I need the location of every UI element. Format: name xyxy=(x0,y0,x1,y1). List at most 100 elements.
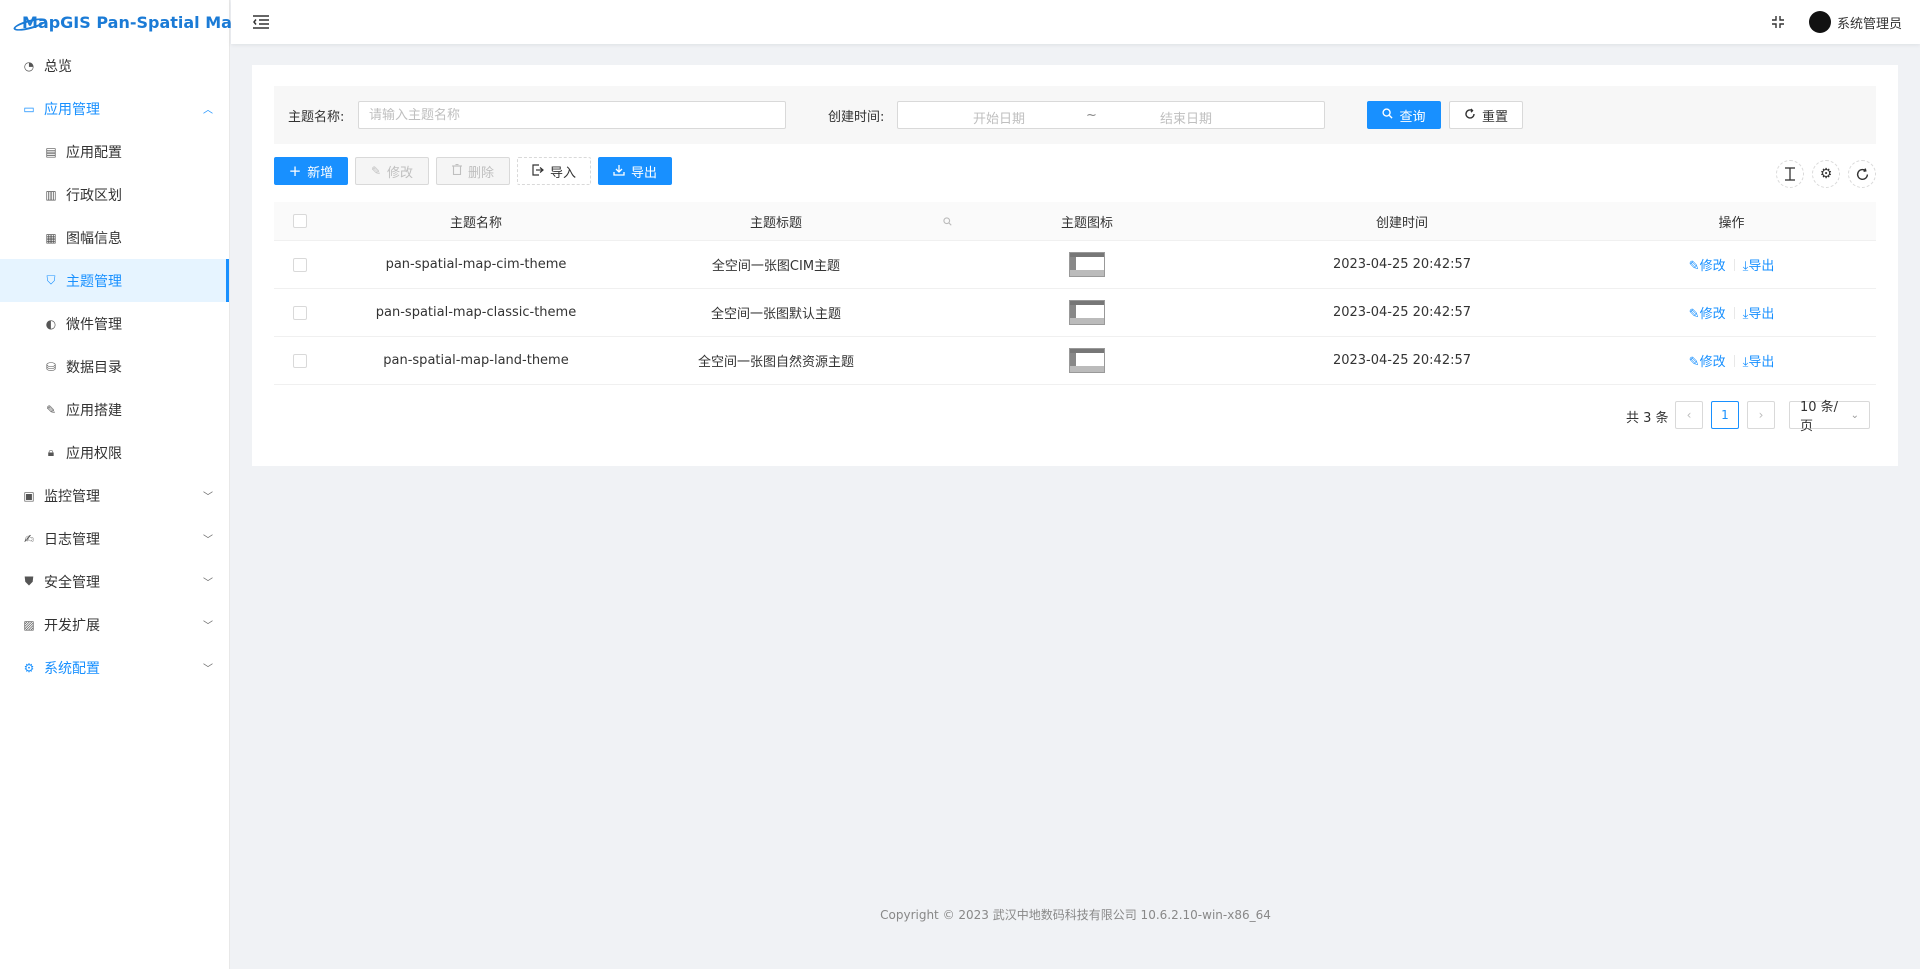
start-date-field[interactable]: 开始日期 xyxy=(973,108,1025,127)
theme-title-cell: 全空间一张图默认主题 xyxy=(710,307,841,322)
row-edit-link[interactable]: ✎修改 xyxy=(1689,303,1726,322)
sidebar-item-13[interactable]: ▨ 开发扩展 ﹀ xyxy=(0,603,229,646)
theme-thumbnail-image[interactable] xyxy=(1069,348,1105,373)
sidebar-item-4[interactable]: ▦ 图幅信息 xyxy=(0,216,229,259)
row-checkbox[interactable] xyxy=(293,257,307,272)
sidebar-item-label: 总览 xyxy=(44,58,72,75)
sidebar-item-7[interactable]: ⛁ 数据目录 xyxy=(0,345,229,388)
menu-collapse-icon[interactable] xyxy=(251,12,271,32)
export-label: 导出 xyxy=(630,165,657,181)
row-export-label: 导出 xyxy=(1748,259,1775,274)
divider xyxy=(1733,354,1735,367)
app-logo[interactable]: MapGIS Pan-Spatial Map xyxy=(0,0,243,44)
shield-icon: ⛊ xyxy=(24,574,34,588)
sidebar-item-label: 图幅信息 xyxy=(66,230,122,247)
page-1-button[interactable]: 1 xyxy=(1711,401,1739,429)
refresh-icon[interactable] xyxy=(1848,160,1876,188)
sidebar-item-0[interactable]: ◔ 总览 xyxy=(0,44,229,87)
lock-icon: 🔒︎ xyxy=(47,445,55,459)
edit-button[interactable]: ✎ 修改 xyxy=(355,157,429,185)
desktop-icon: ▭ xyxy=(23,101,35,116)
sidebar-item-8[interactable]: ✎ 应用搭建 xyxy=(0,388,229,431)
sidebar-item-5[interactable]: ⛉ 主题管理 xyxy=(0,259,229,302)
fullscreen-icon[interactable] xyxy=(1769,13,1787,31)
sidebar-item-14[interactable]: ⚙ 系统配置 ﹀ xyxy=(0,646,229,689)
import-label: 导入 xyxy=(549,165,576,181)
select-all-cell xyxy=(274,202,326,240)
sidebar-item-6[interactable]: ◐ 微件管理 xyxy=(0,302,229,345)
sidebar-item-label: 行政区划 xyxy=(66,187,122,204)
select-all-checkbox[interactable] xyxy=(293,214,307,228)
monitor-icon: ▣ xyxy=(23,488,35,503)
import-button[interactable]: 导入 xyxy=(517,157,591,185)
row-select-cell xyxy=(274,241,326,288)
create-time-label: 创建时间: xyxy=(828,110,885,125)
row-edit-label: 修改 xyxy=(1699,307,1726,322)
date-range-picker[interactable]: 开始日期 ~ 结束日期 xyxy=(897,101,1325,129)
add-button[interactable]: + 新增 xyxy=(274,157,348,185)
actions-cell: ✎修改 ⤓导出 xyxy=(1587,241,1876,288)
app-config-icon: ▤ xyxy=(45,144,57,159)
sidebar-item-2[interactable]: ▤ 应用配置 xyxy=(0,130,229,173)
shirt-icon: ⛉ xyxy=(46,273,56,287)
row-select-cell xyxy=(274,337,326,384)
row-checkbox[interactable] xyxy=(293,353,307,368)
date-separator: ~ xyxy=(1086,108,1097,123)
row-edit-link[interactable]: ✎修改 xyxy=(1689,255,1726,274)
chevron-down-icon: ⌄ xyxy=(1850,409,1859,421)
end-date-field[interactable]: 结束日期 xyxy=(1160,108,1212,127)
sidebar-item-3[interactable]: ▥ 行政区划 xyxy=(0,173,229,216)
page-size-select[interactable]: 10 条/页 ⌄ xyxy=(1789,400,1870,434)
settings-gear-icon[interactable]: ⚙ xyxy=(1812,160,1840,188)
sidebar-menu: ◔ 总览 ▭ 应用管理 ︿ ▤ 应用配置 ▥ 行政区划 ▦ 图幅信息 ⛉ 主题管理 ◐ 微件管理 ⛁ 数据目录 ✎… xyxy=(0,44,229,689)
sidebar-item-11[interactable]: ✍ 日志管理 ﹀ xyxy=(0,517,229,560)
sidebar-item-10[interactable]: ▣ 监控管理 ﹀ xyxy=(0,474,229,517)
reset-button[interactable]: 重置 xyxy=(1449,101,1523,129)
query-button[interactable]: 查询 xyxy=(1367,101,1441,129)
column-search-icon[interactable] xyxy=(937,202,957,240)
table-row: pan-spatial-map-classic-theme 全空间一张图默认主题 2… xyxy=(274,289,1876,337)
theme-title-cell: 全空间一张图CIM主题 xyxy=(711,259,841,274)
row-edit-label: 修改 xyxy=(1699,259,1726,274)
username[interactable]: 系统管理员 xyxy=(1837,13,1902,32)
add-label: 新增 xyxy=(307,165,334,181)
table-row: pan-spatial-map-cim-theme 全空间一张图CIM主题 2023… xyxy=(274,241,1876,289)
column-header-title[interactable]: 主题标题 xyxy=(626,202,926,240)
sidebar-item-1[interactable]: ▭ 应用管理 ︿ xyxy=(0,87,229,130)
avatar[interactable] xyxy=(1808,11,1831,33)
row-export-link[interactable]: ⤓导出 xyxy=(1743,255,1775,274)
sidebar-item-label: 应用配置 xyxy=(66,144,122,161)
theme-title-cell: 全空间一张图自然资源主题 xyxy=(697,355,854,370)
theme-thumbnail-image[interactable] xyxy=(1069,252,1105,277)
theme-name-cell: pan-spatial-map-land-theme xyxy=(383,353,569,368)
delete-button[interactable]: 删除 xyxy=(436,157,510,185)
sidebar-item-label: 应用管理 xyxy=(44,101,100,118)
sidebar-item-12[interactable]: ⛊ 安全管理 ﹀ xyxy=(0,560,229,603)
row-export-link[interactable]: ⤓导出 xyxy=(1743,351,1775,370)
table-header: 主题名称 主题标题 主题图标 创建时间 操作 xyxy=(274,202,1876,241)
pencil-icon: ✎ xyxy=(1688,259,1700,274)
top-header: 系统管理员 xyxy=(231,0,1920,44)
table-body: pan-spatial-map-cim-theme 全空间一张图CIM主题 2023… xyxy=(274,241,1876,385)
row-export-link[interactable]: ⤓导出 xyxy=(1743,303,1775,322)
column-height-icon[interactable] xyxy=(1776,160,1804,188)
theme-name-input[interactable] xyxy=(369,107,775,123)
column-header-created[interactable]: 创建时间 xyxy=(1217,202,1587,240)
prev-page-button[interactable]: ‹ xyxy=(1675,401,1703,429)
reset-label: 重置 xyxy=(1481,109,1508,125)
sidebar-item-9[interactable]: 🔒︎ 应用权限 xyxy=(0,431,229,474)
theme-thumbnail-image[interactable] xyxy=(1069,300,1105,325)
created-time-cell: 2023-04-25 20:42:57 xyxy=(1332,353,1472,368)
row-edit-link[interactable]: ✎修改 xyxy=(1689,351,1726,370)
chevron-right-icon: › xyxy=(1758,408,1764,422)
export-button[interactable]: 导出 xyxy=(598,157,672,185)
created-time-cell: 2023-04-25 20:42:57 xyxy=(1332,305,1472,320)
column-header-actions: 操作 xyxy=(1718,215,1745,231)
column-header-name[interactable]: 主题名称 xyxy=(326,202,626,240)
row-select-cell xyxy=(274,289,326,336)
row-checkbox[interactable] xyxy=(293,305,307,320)
row-export-label: 导出 xyxy=(1748,307,1775,322)
pencil-icon: ✎ xyxy=(370,164,382,178)
sidebar-item-label: 开发扩展 xyxy=(44,617,100,634)
next-page-button[interactable]: › xyxy=(1747,401,1775,429)
